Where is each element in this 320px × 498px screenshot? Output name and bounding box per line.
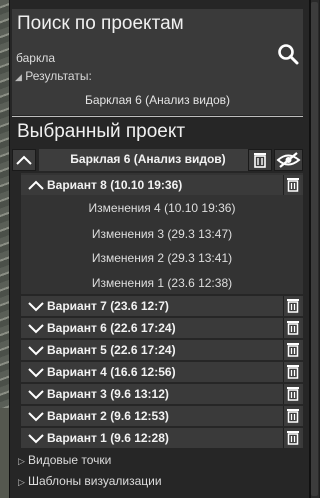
variant-row[interactable]: Вариант 1 (9.6 12:28): [21, 428, 303, 448]
variant-row[interactable]: Вариант 5 (22.6 17:24): [21, 340, 303, 360]
expand-triangle-icon: ▷: [18, 456, 25, 466]
variant-label: Вариант 5 (22.6 17:24): [47, 343, 176, 357]
variant-row[interactable]: Вариант 7 (23.6 12:7): [21, 296, 303, 316]
project-row: Барклая 6 (Анализ видов): [12, 149, 303, 171]
variant-delete-button[interactable]: [283, 384, 301, 404]
variant-row[interactable]: Вариант 4 (16.6 12:56): [21, 362, 303, 382]
panel-scrollbar[interactable]: [310, 0, 319, 498]
trash-icon: [287, 343, 299, 357]
chevron-down-icon: [28, 368, 44, 378]
scrollbar-thumb[interactable]: [311, 2, 318, 496]
variant-delete-button[interactable]: [283, 175, 301, 195]
map-background-bottom: [0, 408, 9, 498]
collapse-triangle-icon: ◢: [15, 72, 22, 82]
change-item[interactable]: Изменения 3 (29.3 13:47): [21, 227, 303, 241]
trash-icon: [287, 365, 299, 379]
tree-item-viewpoints[interactable]: ▷ Видовые точки: [18, 453, 111, 467]
variant-row[interactable]: Вариант 6 (22.6 17:24): [21, 318, 303, 338]
tree-item-label: Шаблоны визуализации: [28, 474, 162, 488]
project-delete-button[interactable]: [248, 149, 272, 171]
trash-icon: [287, 409, 299, 423]
section-divider: [12, 116, 303, 117]
chevron-down-icon: [28, 434, 44, 444]
variant-delete-button[interactable]: [283, 406, 301, 426]
results-header[interactable]: ◢ Результаты:: [15, 69, 92, 83]
change-item[interactable]: Изменения 2 (29.3 13:41): [21, 251, 303, 265]
variant-row[interactable]: Вариант 2 (9.6 12:53): [21, 406, 303, 426]
variant-delete-button[interactable]: [283, 340, 301, 360]
chevron-down-icon: [28, 346, 44, 356]
project-name: Барклая 6 (Анализ видов): [39, 149, 257, 171]
variant-row[interactable]: Вариант 8 (10.10 19:36): [21, 175, 303, 195]
variant-label: Вариант 1 (9.6 12:28): [47, 431, 169, 445]
search-result-item[interactable]: Барклая 6 (Анализ видов): [12, 93, 303, 107]
variant-label: Вариант 7 (23.6 12:7): [47, 299, 169, 313]
tree-item-label: Видовые точки: [28, 453, 112, 467]
search-section: Поиск по проектам ◢ Результаты: Барклая …: [12, 9, 303, 115]
variants-list: Вариант 8 (10.10 19:36) Изменения 4 (10.…: [21, 173, 303, 453]
search-input[interactable]: [12, 49, 272, 67]
variant-label: Вариант 6 (22.6 17:24): [47, 321, 176, 335]
variant-row[interactable]: Вариант 3 (9.6 13:12): [21, 384, 303, 404]
search-icon[interactable]: [277, 43, 299, 65]
trash-icon: [287, 321, 299, 335]
chevron-down-icon: [28, 390, 44, 400]
trash-icon: [287, 299, 299, 313]
trash-icon: [287, 387, 299, 401]
selected-project-title: Выбранный проект: [17, 121, 186, 142]
chevron-down-icon: [28, 324, 44, 334]
trash-icon: [287, 431, 299, 445]
variant-delete-button[interactable]: [283, 296, 301, 316]
eye-off-icon: [276, 152, 301, 168]
trash-icon: [287, 178, 299, 192]
variant-delete-button[interactable]: [283, 318, 301, 338]
project-visibility-button[interactable]: [274, 149, 303, 171]
chevron-down-icon: [28, 302, 44, 312]
project-collapse-button[interactable]: [12, 149, 36, 171]
variant-label: Вариант 4 (16.6 12:56): [47, 365, 176, 379]
variant-label: Вариант 2 (9.6 12:53): [47, 409, 169, 423]
chevron-down-icon: [28, 412, 44, 422]
chevron-up-icon: [28, 180, 44, 190]
tree-item-templates[interactable]: ▷ Шаблоны визуализации: [18, 474, 162, 488]
change-item[interactable]: Изменения 1 (23.6 12:38): [21, 276, 303, 290]
search-title: Поиск по проектам: [17, 13, 184, 34]
chevron-up-icon: [16, 155, 32, 165]
variant-delete-button[interactable]: [283, 362, 301, 382]
results-header-label: Результаты:: [25, 69, 92, 83]
trash-icon: [254, 153, 266, 168]
variant-delete-button[interactable]: [283, 428, 301, 448]
variant-label: Вариант 8 (10.10 19:36): [47, 178, 183, 192]
expand-triangle-icon: ▷: [18, 477, 25, 487]
change-item[interactable]: Изменения 4 (10.10 19:36): [21, 201, 303, 215]
variant-label: Вариант 3 (9.6 13:12): [47, 387, 169, 401]
